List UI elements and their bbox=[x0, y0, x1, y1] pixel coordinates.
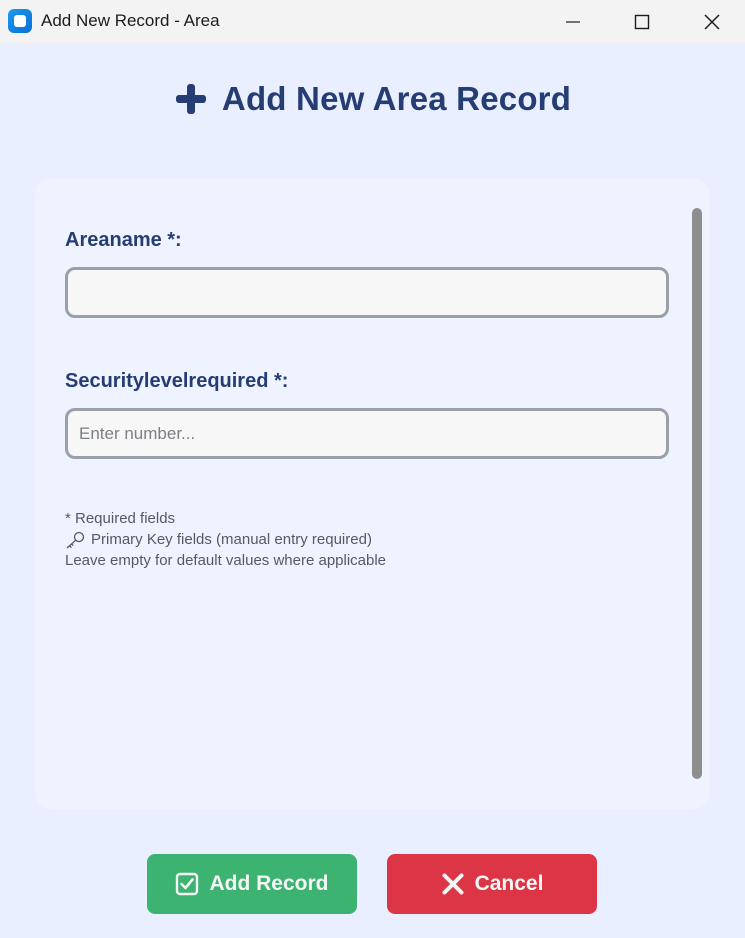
areaname-input[interactable] bbox=[65, 267, 669, 318]
minimize-icon bbox=[566, 20, 580, 23]
close-icon bbox=[704, 13, 720, 30]
cancel-button[interactable]: Cancel bbox=[387, 854, 597, 914]
scrollbar[interactable] bbox=[692, 208, 702, 779]
dialog-window: Add New Record - Area Add New Area Recor… bbox=[0, 0, 745, 938]
minimize-button[interactable] bbox=[550, 0, 596, 43]
form-panel: Areaname *: Securitylevelrequired *: * R… bbox=[35, 179, 710, 809]
securitylevelrequired-input[interactable] bbox=[65, 408, 669, 459]
app-icon bbox=[8, 9, 32, 33]
required-note: * Required fields bbox=[65, 510, 176, 527]
defaults-note: Leave empty for default values where app… bbox=[65, 552, 387, 569]
areaname-label: Areaname *: bbox=[65, 229, 182, 251]
add-record-label: Add Record bbox=[209, 872, 329, 895]
form-notes: * Required fields Primary Key fields (ma… bbox=[65, 508, 386, 571]
maximize-button[interactable] bbox=[619, 0, 665, 43]
add-record-button[interactable]: Add Record bbox=[147, 854, 357, 914]
x-icon bbox=[442, 873, 464, 895]
close-button[interactable] bbox=[689, 0, 735, 43]
primary-key-note: Primary Key fields (manual entry require… bbox=[65, 529, 386, 550]
primary-key-note-text: Primary Key fields (manual entry require… bbox=[91, 531, 372, 548]
window-title: Add New Record - Area bbox=[41, 11, 220, 30]
checkbox-icon bbox=[176, 872, 199, 896]
title-bar[interactable]: Add New Record - Area bbox=[0, 0, 745, 43]
page-title: Add New Area Record bbox=[221, 80, 572, 117]
maximize-icon bbox=[634, 14, 650, 29]
plus-icon bbox=[175, 84, 206, 114]
securitylevelrequired-label: Securitylevelrequired *: bbox=[65, 370, 289, 392]
page-header: Add New Area Record bbox=[0, 76, 745, 122]
cancel-label: Cancel bbox=[474, 872, 544, 895]
key-icon bbox=[66, 531, 85, 548]
